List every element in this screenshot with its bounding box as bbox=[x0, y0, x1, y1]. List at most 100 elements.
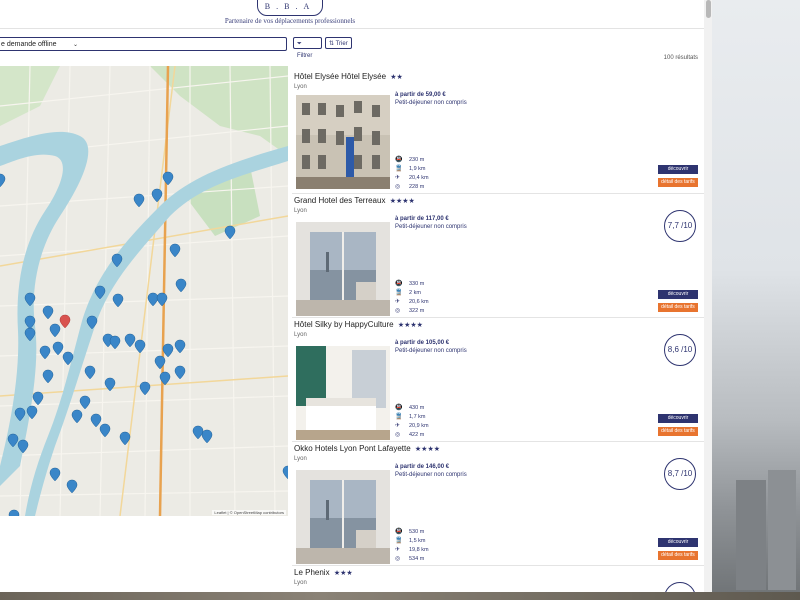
hotel-city: Lyon bbox=[294, 456, 307, 462]
distance-metro: 🚇 430 m bbox=[395, 404, 455, 413]
distance-airport: ✈ 20,9 km bbox=[395, 422, 455, 431]
hotel-name-text[interactable]: Grand Hotel des Terreaux bbox=[294, 196, 385, 205]
hotel-price: à partir de 117,00 € bbox=[395, 216, 449, 222]
metro-icon: 🚇 bbox=[395, 281, 403, 287]
sort-icon: ⇅ bbox=[329, 41, 335, 47]
hotel-city: Lyon bbox=[294, 332, 307, 338]
target-icon: ◎ bbox=[395, 308, 401, 314]
distance-value: 1,5 km bbox=[409, 538, 426, 544]
hotel-card[interactable]: Okko Hotels Lyon Pont Lafayette ★★★★ Lyo… bbox=[294, 444, 698, 564]
map-attribution[interactable]: Leaflet | © OpenStreetMap contributors bbox=[212, 510, 286, 515]
hotel-divider bbox=[292, 441, 704, 442]
chevron-down-icon: ⌄ bbox=[73, 42, 79, 48]
target-icon: ◎ bbox=[395, 184, 401, 190]
hotel-price: à partir de 59,00 € bbox=[395, 92, 446, 98]
sort-button[interactable]: ⇅ Trier bbox=[325, 37, 352, 49]
distance-center: ◎ 422 m bbox=[395, 431, 455, 440]
metro-icon: 🚇 bbox=[395, 157, 403, 163]
scrollbar-thumb[interactable] bbox=[706, 0, 711, 18]
hotel-breakfast: Petit-déjeuner non compris bbox=[395, 224, 467, 230]
hotel-price: à partir de 146,00 € bbox=[395, 464, 450, 470]
distance-value: 422 m bbox=[409, 432, 425, 438]
discover-button[interactable]: découvrir bbox=[658, 414, 698, 423]
hotel-name-text[interactable]: Hôtel Elysée Hôtel Elysée bbox=[294, 72, 386, 81]
distance-train: 🚆 1,5 km bbox=[395, 537, 455, 546]
scrollbar[interactable] bbox=[704, 0, 712, 592]
hotel-card[interactable]: Hôtel Elysée Hôtel Elysée ★★ Lyon à part… bbox=[294, 72, 698, 190]
distance-value: 330 m bbox=[409, 281, 425, 287]
distance-value: 20,4 km bbox=[409, 175, 429, 181]
hotel-card[interactable]: Le Phenix ★★★ Lyon bbox=[294, 568, 698, 592]
hotel-name[interactable]: Okko Hotels Lyon Pont Lafayette ★★★★ bbox=[294, 444, 440, 453]
plane-icon: ✈ bbox=[395, 175, 401, 181]
train-icon: 🚆 bbox=[395, 538, 403, 544]
hotel-divider bbox=[292, 317, 704, 318]
distance-value: 20,9 km bbox=[409, 423, 429, 429]
hotel-photo[interactable] bbox=[296, 222, 390, 316]
hotel-city: Lyon bbox=[294, 208, 307, 214]
metro-icon: 🚇 bbox=[395, 405, 403, 411]
train-icon: 🚆 bbox=[395, 290, 403, 296]
distance-train: 🚆 2 km bbox=[395, 289, 455, 298]
rates-button[interactable]: détail des tarifs bbox=[658, 427, 698, 436]
hotel-name[interactable]: Grand Hotel des Terreaux ★★★★ bbox=[294, 196, 415, 205]
distance-metro: 🚇 230 m bbox=[395, 156, 455, 165]
filter-button[interactable]: ⏷ Filtrer bbox=[293, 37, 322, 59]
distance-value: 530 m bbox=[409, 529, 425, 535]
hotel-rating: 7,7 /10 bbox=[664, 210, 696, 242]
distance-value: 20,6 km bbox=[409, 299, 429, 305]
filter-label: Filtrer bbox=[297, 53, 313, 59]
hotel-price: à partir de 105,00 € bbox=[395, 340, 450, 346]
hotel-name[interactable]: Hôtel Elysée Hôtel Elysée ★★ bbox=[294, 72, 403, 81]
hotel-name[interactable]: Hôtel Silky by HappyCulture ★★★★ bbox=[294, 320, 423, 329]
discover-button[interactable]: découvrir bbox=[658, 290, 698, 299]
hotel-city: Lyon bbox=[294, 580, 307, 586]
target-icon: ◎ bbox=[395, 556, 401, 562]
hotel-card[interactable]: Hôtel Silky by HappyCulture ★★★★ Lyon à … bbox=[294, 320, 698, 440]
distance-metro: 🚇 330 m bbox=[395, 280, 455, 289]
hotel-stars: ★★ bbox=[390, 74, 403, 81]
hotel-photo[interactable] bbox=[296, 470, 390, 564]
results-count: 100 résultats bbox=[663, 55, 698, 61]
hotel-card[interactable]: Grand Hotel des Terreaux ★★★★ Lyon à par… bbox=[294, 196, 698, 316]
rates-button[interactable]: détail des tarifs bbox=[658, 551, 698, 560]
metro-icon: 🚇 bbox=[395, 529, 403, 535]
hotel-rating: 8,7 /10 bbox=[664, 458, 696, 490]
brand-logo[interactable]: B.B.A bbox=[257, 0, 323, 16]
brand-tagline: Partenaire de vos déplacements professio… bbox=[224, 17, 356, 25]
discover-button[interactable]: découvrir bbox=[658, 538, 698, 547]
distance-value: 1,9 km bbox=[409, 166, 426, 172]
request-select-value: e demande offline bbox=[1, 41, 57, 48]
distance-value: 322 m bbox=[409, 308, 425, 314]
hotel-city: Lyon bbox=[294, 84, 307, 90]
hotel-name[interactable]: Le Phenix ★★★ bbox=[294, 568, 353, 577]
hotel-breakfast: Petit-déjeuner non compris bbox=[395, 472, 467, 478]
distance-value: 1,7 km bbox=[409, 414, 426, 420]
distance-value: 534 m bbox=[409, 556, 425, 562]
hotel-breakfast: Petit-déjeuner non compris bbox=[395, 348, 467, 354]
hotel-photo[interactable] bbox=[296, 95, 390, 189]
hotel-breakfast: Petit-déjeuner non compris bbox=[395, 100, 467, 106]
distance-value: 430 m bbox=[409, 405, 425, 411]
discover-button[interactable]: découvrir bbox=[658, 165, 698, 174]
train-icon: 🚆 bbox=[395, 166, 403, 172]
train-icon: 🚆 bbox=[395, 414, 403, 420]
request-select[interactable]: e demande offline ⌄ bbox=[0, 37, 287, 51]
distance-value: 228 m bbox=[409, 184, 425, 190]
distance-metro: 🚇 530 m bbox=[395, 528, 455, 537]
hotel-rating: 8,6 /10 bbox=[664, 334, 696, 366]
hotel-photo[interactable] bbox=[296, 346, 390, 440]
distance-airport: ✈ 19,8 km bbox=[395, 546, 455, 555]
hotel-name-text[interactable]: Le Phenix bbox=[294, 568, 330, 577]
hotel-name-text[interactable]: Hôtel Silky by HappyCulture bbox=[294, 320, 394, 329]
hotel-stars: ★★★★ bbox=[414, 446, 441, 453]
rates-button[interactable]: détail des tarifs bbox=[658, 303, 698, 312]
map-view[interactable]: Leaflet | © OpenStreetMap contributors bbox=[0, 66, 288, 516]
hotel-stars: ★★★ bbox=[333, 570, 353, 577]
distance-value: 19,8 km bbox=[409, 547, 429, 553]
header-divider bbox=[0, 28, 704, 29]
distance-train: 🚆 1,7 km bbox=[395, 413, 455, 422]
distance-airport: ✈ 20,6 km bbox=[395, 298, 455, 307]
rates-button[interactable]: détail des tarifs bbox=[658, 178, 698, 187]
hotel-name-text[interactable]: Okko Hotels Lyon Pont Lafayette bbox=[294, 444, 411, 453]
